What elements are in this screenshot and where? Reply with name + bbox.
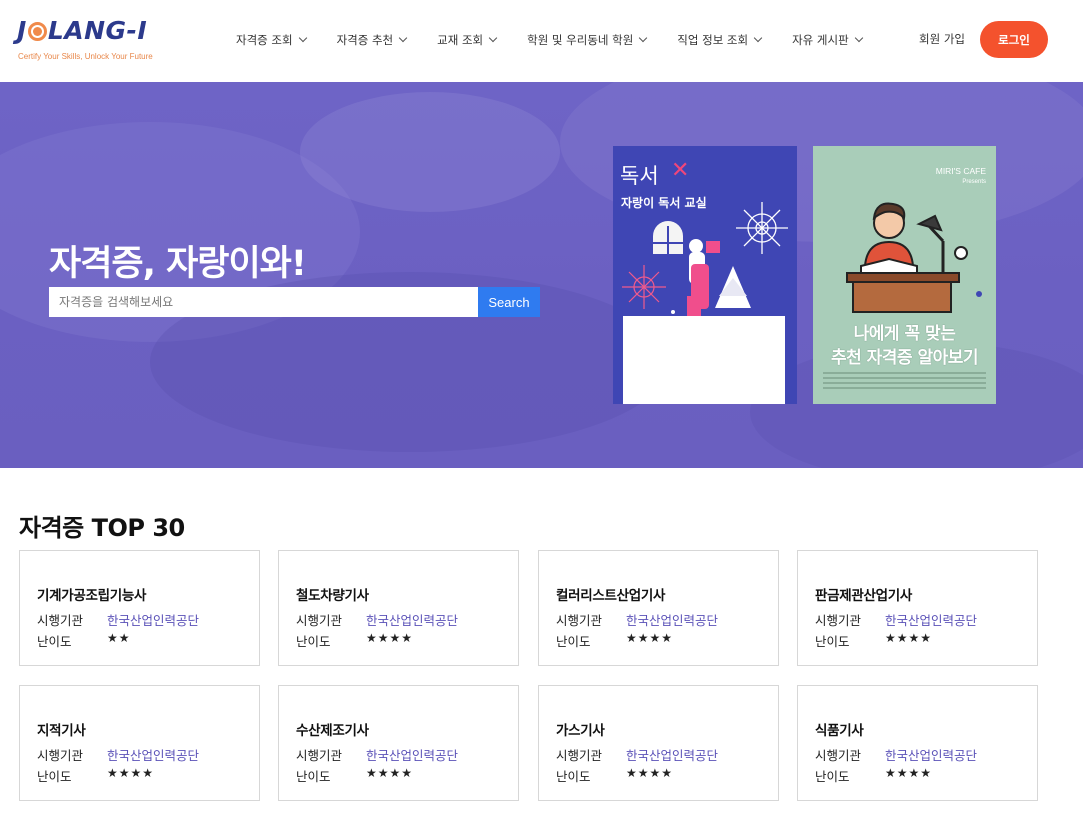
- org-label: 시행기관: [296, 748, 343, 763]
- org-value: 한국산업인력공단: [885, 748, 978, 763]
- medal-icon: [27, 22, 47, 41]
- nav-item-textbook-search[interactable]: 교재 조회: [437, 31, 498, 49]
- studying-person-illustration: [846, 202, 982, 313]
- nav-label: 직업 정보 조회: [677, 33, 749, 47]
- certificate-card[interactable]: 판금제관산업기사 시행기관 한국산업인력공단 난이도 ★★★★: [797, 550, 1038, 666]
- nav-label: 학원 및 우리동네 학원: [527, 33, 634, 47]
- hero-section: 자격증, 자랑이와! Search 독서 ✕ 자랑이 독서 교실: [0, 82, 1083, 468]
- difficulty-label: 난이도: [296, 634, 331, 649]
- org-label: 시행기관: [556, 613, 603, 628]
- certificate-name: 판금제관산업기사: [815, 588, 912, 604]
- nav-label: 자유 게시판: [792, 33, 849, 47]
- section-title: 자격증 TOP 30: [19, 514, 185, 542]
- logo-tagline: Certify Your Skills, Unlock Your Future: [18, 52, 153, 61]
- logo-letters: LANG-I: [47, 16, 148, 45]
- org-value: 한국산업인력공단: [626, 748, 719, 763]
- difficulty-label: 난이도: [815, 634, 850, 649]
- winter-illustration: [622, 202, 788, 404]
- certificate-name: 식품기사: [815, 723, 864, 739]
- logo-letter-j: J: [17, 16, 27, 45]
- certificate-card[interactable]: 수산제조기사 시행기관 한국산업인력공단 난이도 ★★★★: [278, 685, 519, 801]
- certificate-name: 컬러리스트산업기사: [556, 588, 666, 604]
- nav-label: 자격증 조회: [236, 33, 293, 47]
- difficulty-stars: ★★★★: [107, 766, 155, 780]
- difficulty-stars: ★★★★: [366, 631, 414, 645]
- logo-wordmark: J LANG-I: [17, 16, 147, 45]
- nav-label: 교재 조회: [437, 33, 484, 47]
- certificate-card[interactable]: 철도차량기사 시행기관 한국산업인력공단 난이도 ★★★★: [278, 550, 519, 666]
- banner-fine-print: [823, 372, 986, 392]
- org-value: 한국산업인력공단: [626, 613, 719, 628]
- nav-item-free-board[interactable]: 자유 게시판: [792, 31, 863, 49]
- certificate-card[interactable]: 가스기사 시행기관 한국산업인력공단 난이도 ★★★★: [538, 685, 779, 801]
- org-value: 한국산업인력공단: [107, 613, 200, 628]
- signup-link[interactable]: 회원 가입: [919, 31, 965, 47]
- hero-title: 자격증, 자랑이와!: [49, 244, 307, 284]
- certificate-card[interactable]: 지적기사 시행기관 한국산업인력공단 난이도 ★★★★: [19, 685, 260, 801]
- org-value: 한국산업인력공단: [366, 748, 459, 763]
- certificate-card[interactable]: 기계가공조립기능사 시행기관 한국산업인력공단 난이도 ★★: [19, 550, 260, 666]
- difficulty-label: 난이도: [815, 769, 850, 784]
- certificate-name: 수산제조기사: [296, 723, 369, 739]
- difficulty-label: 난이도: [556, 634, 591, 649]
- certificate-name: 기계가공조립기능사: [37, 588, 147, 604]
- difficulty-stars: ★★★★: [885, 766, 933, 780]
- difficulty-stars: ★★★★: [366, 766, 414, 780]
- org-label: 시행기관: [37, 748, 84, 763]
- org-label: 시행기관: [815, 748, 862, 763]
- nav-item-certificate-recommend[interactable]: 자격증 추천: [336, 31, 408, 49]
- banner-recommend-certificate[interactable]: MIRI'S CAFE Presents 나에게 꼭 맞는 추천 자격증 알아보…: [813, 146, 996, 404]
- difficulty-label: 난이도: [37, 634, 72, 649]
- nav-label: 자격증 추천: [336, 33, 394, 47]
- banner-headline-1: 나에게 꼭 맞는: [853, 324, 956, 344]
- certificate-name: 지적기사: [37, 723, 86, 739]
- banner-reading-class[interactable]: 독서 ✕ 자랑이 독서 교실: [613, 146, 797, 404]
- difficulty-label: 난이도: [37, 769, 72, 784]
- org-label: 시행기관: [815, 613, 862, 628]
- org-value: 한국산업인력공단: [366, 613, 459, 628]
- org-label: 시행기관: [556, 748, 603, 763]
- org-value: 한국산업인력공단: [885, 613, 978, 628]
- org-value: 한국산업인력공단: [107, 748, 200, 763]
- difficulty-stars: ★★★★: [885, 631, 933, 645]
- nav-item-academy[interactable]: 학원 및 우리동네 학원: [527, 31, 648, 49]
- nav-item-job-info[interactable]: 직업 정보 조회: [677, 31, 763, 49]
- site-header: J LANG-I Certify Your Skills, Unlock Your…: [0, 0, 1083, 82]
- chevron-down-icon: [854, 33, 863, 43]
- certificate-card[interactable]: 식품기사 시행기관 한국산업인력공단 난이도 ★★★★: [797, 685, 1038, 801]
- search-button[interactable]: Search: [478, 287, 540, 317]
- site-logo[interactable]: J LANG-I Certify Your Skills, Unlock Your…: [17, 16, 187, 66]
- main-nav: 자격증 조회 자격증 추천 교재 조회 학원 및 우리동네 학원 직업 정보 조…: [236, 31, 863, 49]
- login-button[interactable]: 로그인: [980, 21, 1048, 58]
- difficulty-label: 난이도: [556, 769, 591, 784]
- difficulty-stars: ★★: [107, 631, 131, 645]
- difficulty-label: 난이도: [296, 769, 331, 784]
- difficulty-stars: ★★★★: [626, 631, 674, 645]
- nav-item-certificate-search[interactable]: 자격증 조회: [236, 31, 307, 49]
- certificate-card-grid: 기계가공조립기능사 시행기관 한국산업인력공단 난이도 ★★ 철도차량기사 시행…: [19, 550, 1059, 810]
- certificate-name: 가스기사: [556, 723, 605, 739]
- certificate-name: 철도차량기사: [296, 588, 369, 604]
- org-label: 시행기관: [296, 613, 343, 628]
- org-label: 시행기관: [37, 613, 84, 628]
- banner-headline-2: 추천 자격증 알아보기: [830, 348, 979, 368]
- difficulty-stars: ★★★★: [626, 766, 674, 780]
- certificate-card[interactable]: 컬러리스트산업기사 시행기관 한국산업인력공단 난이도 ★★★★: [538, 550, 779, 666]
- search-input[interactable]: [49, 287, 478, 317]
